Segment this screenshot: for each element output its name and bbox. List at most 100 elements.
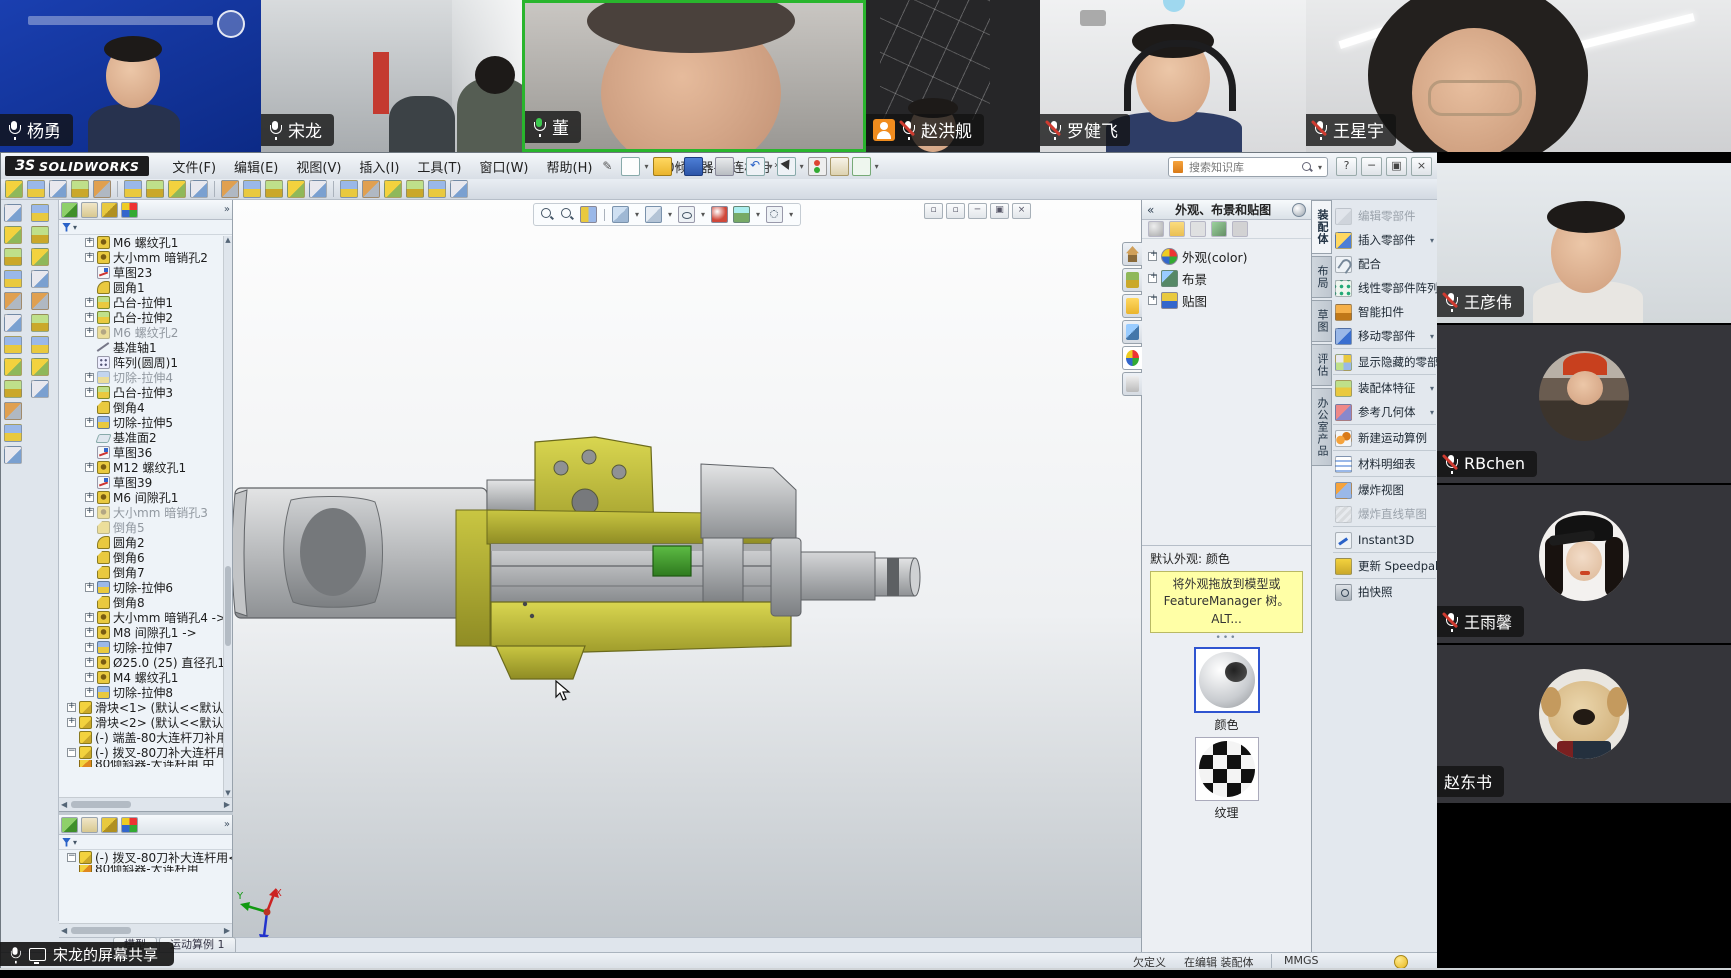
feature-tree-row[interactable]: 凸台-拉伸3 — [59, 385, 232, 400]
texture-appearance-thumbnail[interactable] — [1195, 737, 1259, 801]
tree-horizontal-scrollbar[interactable]: ◀▶ — [59, 797, 232, 811]
toolbar-icon[interactable] — [4, 380, 22, 398]
feature-tree-row[interactable]: 倒角6 — [59, 550, 232, 565]
toolbar-icon[interactable] — [4, 292, 22, 310]
command-dropdown-arrow[interactable]: ▾ — [1430, 236, 1434, 245]
feature-tree-row[interactable]: 倒角5 — [59, 520, 232, 535]
command-button[interactable]: 新建运动算例 ▾ — [1333, 426, 1436, 451]
feature-tree-row[interactable]: 草图23 — [59, 265, 232, 280]
color-appearance-thumbnail[interactable] — [1194, 647, 1260, 713]
toolbar-icon[interactable] — [31, 314, 49, 332]
filter-dropdown-arrow[interactable]: ▾ — [73, 838, 77, 847]
appearance-tool-icon[interactable] — [1148, 221, 1164, 237]
toolbar-icon[interactable] — [31, 292, 49, 310]
feature-tree-row[interactable]: 圆角2 — [59, 535, 232, 550]
command-button[interactable]: 移动零部件 ▾ — [1333, 324, 1436, 349]
feature-tree-row[interactable]: (-) 端盖-80大连杆刀补用< — [59, 730, 232, 745]
toolbar-icon[interactable] — [4, 204, 22, 222]
menu-item[interactable]: 文件(F) — [163, 154, 225, 179]
tab-displaymanager-icon[interactable] — [121, 202, 138, 218]
up-folder-icon[interactable] — [1232, 221, 1248, 237]
command-button[interactable]: 爆炸视图 ▾ — [1333, 478, 1436, 502]
command-button[interactable]: 材料明细表 ▾ — [1333, 452, 1436, 477]
commandmanager-tab[interactable]: 布局 — [1312, 256, 1332, 298]
toolbar-icon[interactable] — [31, 380, 49, 398]
expand-toggle[interactable] — [85, 583, 94, 592]
toolbar-icon[interactable] — [146, 180, 164, 198]
command-button[interactable]: 配合 ▾ — [1333, 252, 1436, 276]
expand-toggle[interactable] — [85, 298, 94, 307]
screen-share-banner[interactable]: 宋龙的屏幕共享 — [0, 942, 174, 966]
status-units[interactable]: MMGS — [1284, 954, 1319, 967]
expand-toggle[interactable] — [85, 463, 94, 472]
filter-icon[interactable] — [62, 223, 71, 232]
resize-handle-dots[interactable]: ••• — [1142, 635, 1311, 643]
toolbar-icon[interactable] — [31, 226, 49, 244]
video-tile-zhaohongjian[interactable]: 赵洪舰 — [866, 0, 1040, 152]
feature-tree-row[interactable]: 倒角7 — [59, 565, 232, 580]
tab-configurations-icon[interactable] — [101, 202, 118, 218]
command-button[interactable]: 参考几何体 ▾ — [1333, 400, 1436, 425]
status-help-icon[interactable] — [1394, 955, 1408, 969]
command-dropdown-arrow[interactable]: ▾ — [1430, 408, 1434, 417]
command-button[interactable]: 显示隐藏的零部件 ▾ — [1333, 350, 1436, 375]
appearance-tree-row[interactable]: + 贴图 — [1148, 289, 1311, 311]
open-icon[interactable] — [653, 157, 672, 176]
feature-tree-row[interactable]: 阵列(圆周)1 — [59, 355, 232, 370]
menu-item[interactable]: 视图(V) — [287, 154, 350, 179]
feature-tree-row[interactable]: 凸台-拉伸2 — [59, 310, 232, 325]
toolbar-icon[interactable] — [4, 402, 22, 420]
expand-toggle[interactable] — [85, 613, 94, 622]
toolbar-icon[interactable] — [190, 180, 208, 198]
expand-toggle[interactable] — [85, 673, 94, 682]
toolbar-icon[interactable] — [31, 204, 49, 222]
lower-tree-horizontal-scrollbar[interactable]: ◀▶ — [59, 923, 232, 937]
feature-tree-row[interactable]: M6 螺纹孔2 — [59, 325, 232, 340]
toolbar-icon[interactable] — [4, 358, 22, 376]
toolbar-icon[interactable] — [27, 180, 45, 198]
feature-tree-row[interactable]: M8 间隙孔1 -> — [59, 625, 232, 640]
command-dropdown-arrow[interactable]: ▾ — [1430, 332, 1434, 341]
expand-toggle[interactable] — [85, 373, 94, 382]
toolbar-icon[interactable] — [4, 270, 22, 288]
feature-tree-row[interactable]: Ø25.0 (25) 直径孔1 — [59, 655, 232, 670]
toolbar-icon[interactable] — [4, 248, 22, 266]
command-button[interactable]: 智能扣件 ▾ — [1333, 300, 1436, 324]
toolbar-icon[interactable] — [31, 248, 49, 266]
feature-tree-row[interactable]: 圆角1 — [59, 280, 232, 295]
close-button[interactable]: × — [1411, 157, 1432, 176]
menu-item[interactable]: 帮助(H) — [538, 154, 602, 179]
command-button[interactable]: 插入零部件 ▾ — [1333, 228, 1436, 252]
restore-button[interactable]: ▣ — [1386, 157, 1407, 176]
expand-toggle[interactable] — [67, 703, 76, 712]
video-tile-yangyong[interactable]: 杨勇 — [0, 0, 261, 152]
expand-toggle[interactable] — [85, 493, 94, 502]
tab-propertymanager-icon[interactable] — [81, 202, 98, 218]
feature-tree-row[interactable]: 80倾斜器-大连杆用 中 — [59, 760, 232, 767]
tab-featuremanager-icon[interactable] — [61, 202, 78, 218]
menu-item[interactable]: 窗口(W) — [471, 154, 538, 179]
command-button[interactable]: 线性零部件阵列 ▾ — [1333, 276, 1436, 300]
command-button[interactable]: 拍快照 ▾ — [1333, 580, 1436, 604]
video-tile-zhaodongshu[interactable]: 赵东书 — [1437, 645, 1731, 803]
feature-tree-row[interactable]: M6 间隙孔1 — [59, 490, 232, 505]
command-button[interactable]: 编辑零部件 ▾ — [1333, 204, 1436, 228]
toolbar-icon[interactable] — [4, 424, 22, 442]
expand-toggle[interactable] — [85, 658, 94, 667]
toolbar-icon[interactable] — [31, 336, 49, 354]
toolbar-icon[interactable] — [31, 270, 49, 288]
save-icon[interactable] — [684, 157, 703, 176]
search-magnifier-icon[interactable] — [1302, 162, 1313, 173]
design-library-tab[interactable] — [1122, 268, 1142, 292]
toolbar-icon[interactable] — [4, 336, 22, 354]
home-tab[interactable] — [1122, 242, 1142, 266]
feature-tree-row[interactable]: 草图36 — [59, 445, 232, 460]
toolbar-icon[interactable] — [243, 180, 261, 198]
cad-model-cross-section[interactable] — [233, 200, 1141, 952]
feature-tree-row[interactable]: 滑块<1> (默认<<默认>_显 — [59, 700, 232, 715]
feature-tree-row[interactable]: 切除-拉伸4 — [59, 370, 232, 385]
view-palette-tab[interactable] — [1122, 320, 1142, 344]
feature-tree-row[interactable]: 切除-拉伸7 — [59, 640, 232, 655]
tree-vertical-scrollbar[interactable]: ▲ ▼ — [223, 236, 232, 797]
toolbar-icon[interactable] — [49, 180, 67, 198]
